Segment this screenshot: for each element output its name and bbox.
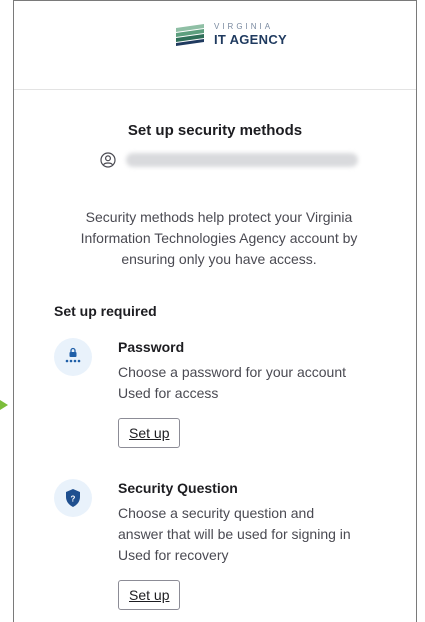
- method-description: Choose a password for your account: [118, 364, 347, 380]
- user-email-redacted: ●●●●●●●●●●●●●●●●●●●●●●●●: [126, 153, 358, 167]
- section-label: Set up required: [54, 303, 157, 319]
- password-icon: [54, 338, 92, 376]
- user-identifier: ●●●●●●●●●●●●●●●●●●●●●●●●: [100, 152, 358, 168]
- description-text: Security methods help protect your Virgi…: [80, 209, 358, 267]
- method-title: Password: [118, 339, 185, 355]
- security-question-icon: ?: [54, 479, 92, 517]
- svg-text:?: ?: [71, 495, 76, 504]
- security-question-setup-button[interactable]: Set up: [118, 580, 181, 610]
- virginia-it-agency-logo: VIRGINIA IT AGENCY: [174, 23, 287, 46]
- pointer-arrow-icon: [0, 400, 8, 410]
- method-title: Security Question: [118, 480, 238, 496]
- logo-big-text: IT AGENCY: [214, 32, 288, 47]
- method-description-line-1: Choose a security question and: [118, 505, 315, 521]
- page-title: Set up security methods: [127, 122, 303, 139]
- method-usage: Used for recovery: [118, 547, 229, 563]
- logo-mark-icon: [176, 23, 204, 46]
- method-usage: Used for access: [118, 385, 219, 401]
- user-icon: [100, 152, 116, 168]
- sign-in-card: VIRGINIA IT AGENCY Set up security metho…: [13, 0, 417, 622]
- method-description-line-2: answer that will be used for signing in: [118, 526, 351, 542]
- logo-small-text: VIRGINIA: [214, 22, 274, 31]
- password-setup-button[interactable]: Set up: [118, 418, 181, 448]
- card-header: VIRGINIA IT AGENCY: [14, 1, 416, 90]
